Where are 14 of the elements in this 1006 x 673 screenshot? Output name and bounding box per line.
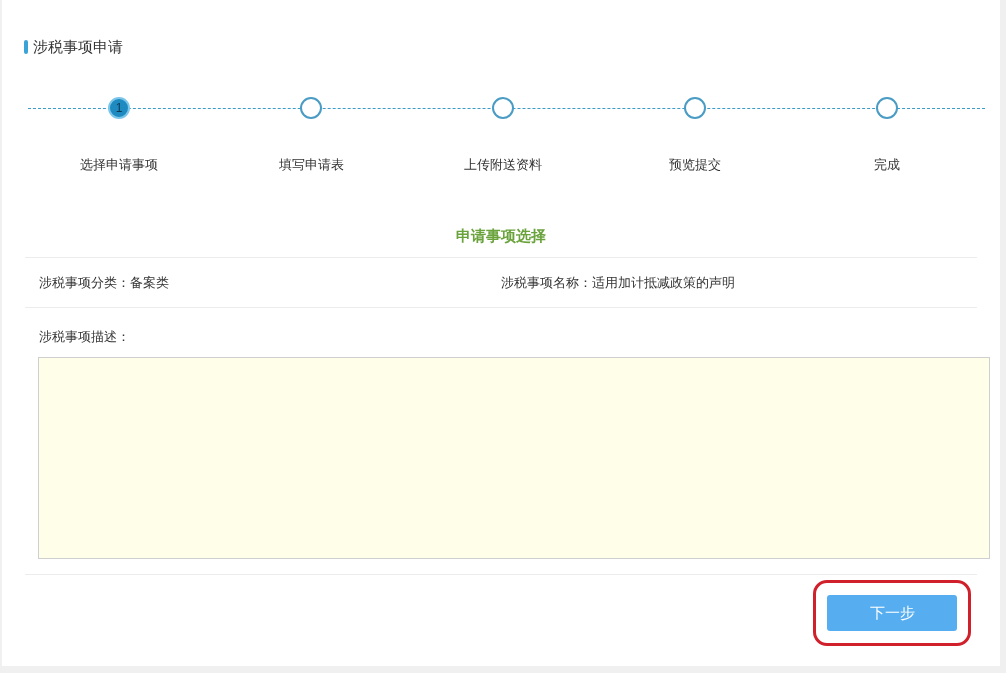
info-field-text: 涉税事项分类：备案类: [39, 273, 170, 292]
title-accent-bar: [24, 40, 28, 55]
step-label: 上传附送资料: [464, 155, 542, 174]
step-label: 完成: [874, 155, 900, 174]
step-number: 1: [115, 99, 123, 117]
step-label: 选择申请事项: [80, 155, 158, 174]
section-title: 申请事项选择: [456, 227, 546, 244]
next-button[interactable]: 下一步: [827, 595, 957, 631]
description-label: 涉税事项描述：: [39, 329, 130, 344]
info-field-text: 涉税事项名称：适用加计抵减政策的声明: [501, 273, 736, 292]
step-label: 预览提交: [669, 155, 721, 174]
step-label: 填写申请表: [278, 155, 344, 174]
description-field[interactable]: [38, 357, 990, 559]
page-title: 涉税事项申请: [33, 37, 123, 57]
